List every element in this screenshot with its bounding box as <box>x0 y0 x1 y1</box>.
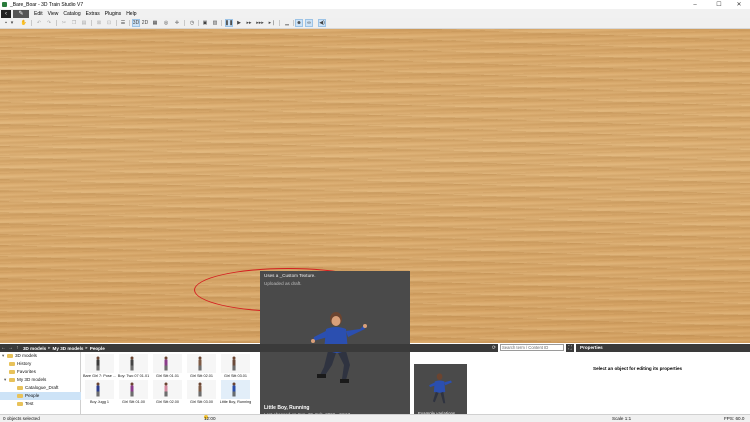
folder-icon <box>9 361 15 366</box>
menu-catalog[interactable]: Catalog <box>63 11 80 17</box>
search-input[interactable]: Search term / Content ID <box>500 344 564 351</box>
tree-item-history[interactable]: History <box>0 360 89 368</box>
faster-forward-icon[interactable]: ▸▸▸ <box>256 19 264 27</box>
thumbnail-item[interactable]: Girl Sitt 01.01 <box>151 354 184 382</box>
properties-header: Properties <box>576 344 750 352</box>
view-3d-button[interactable]: 3D <box>132 19 140 27</box>
folder-icon <box>7 353 13 358</box>
timetable-icon[interactable]: ▣ <box>201 19 209 27</box>
person-figure-icon <box>231 382 237 397</box>
grid-icon[interactable]: ▦ <box>151 19 159 27</box>
cut-icon[interactable]: ✂ <box>60 19 68 27</box>
thumbnail-item[interactable]: Boy Jugg 1 <box>83 380 116 408</box>
minimize-button[interactable]: – <box>684 0 706 9</box>
menu-plugins[interactable]: Plugins <box>105 11 121 17</box>
menu-help[interactable]: Help <box>126 11 136 17</box>
tooltip-draft-note: Uploaded as draft. <box>264 281 302 286</box>
paste-icon[interactable]: ▤ <box>80 19 88 27</box>
thumbnail-item[interactable]: Girl Sitt 02.00 <box>151 380 184 408</box>
app-icon <box>2 2 7 7</box>
model-thumbnail-grid: Bare Girl 7: Pose ... Boy: Two 07 01.01 … <box>81 352 259 414</box>
properties-panel <box>576 352 750 414</box>
tree-item-my-3d-models[interactable]: ▾ My 3D models <box>0 376 84 384</box>
tooltip-texture-note: Uses a _Custom Texture. <box>264 273 316 278</box>
window-title: _Bare_Boar - 3D Train Studio V7 <box>10 1 84 8</box>
example-variation-card[interactable]: Example variations <box>414 364 467 419</box>
thumbnail-item[interactable]: Boy: Two 07 01.01 <box>117 354 150 382</box>
thumbnail-item[interactable]: Girl Sitt 03.01 <box>219 354 252 382</box>
person-figure-icon <box>197 356 203 371</box>
close-button[interactable]: ✕ <box>728 0 750 9</box>
play-icon[interactable]: ▶ <box>235 19 243 27</box>
title-bar: _Bare_Boar - 3D Train Studio V7 – ☐ ✕ <box>0 0 750 9</box>
refresh-icon[interactable]: ⟳ <box>490 344 498 352</box>
glasses-icon[interactable]: ∞ <box>305 19 313 27</box>
edit-mode-icon[interactable]: ✎ <box>13 9 29 18</box>
speaker-icon[interactable]: ◀) <box>318 19 326 27</box>
person-figure-icon <box>129 382 135 397</box>
person-figure-icon <box>95 382 101 397</box>
redo-icon[interactable]: ↷ <box>45 19 53 27</box>
skip-end-icon[interactable]: ▸❘ <box>268 19 276 27</box>
view-2d-button[interactable]: 2D <box>141 19 149 27</box>
save-icon[interactable]: ▪ <box>2 19 10 27</box>
pause-icon[interactable]: ❚❚ <box>225 19 233 27</box>
fast-forward-icon[interactable]: ▸▸ <box>245 19 253 27</box>
thumbnail-item[interactable]: Bare Girl 7: Pose ... <box>83 354 116 382</box>
catalog-navbar: ← → ↑ 3D models ▸ My 3D models ▸ People <box>0 344 498 352</box>
layers-icon[interactable]: ☰ <box>119 19 127 27</box>
back-arrow-icon[interactable]: ‹ <box>1 9 11 18</box>
ungroup-icon[interactable]: ⊡ <box>105 19 113 27</box>
person-figure-icon <box>163 382 169 397</box>
tree-item-3d-models[interactable]: ▾ 3D models <box>0 352 82 360</box>
person-figure-icon <box>129 356 135 371</box>
copy-icon[interactable]: ❐ <box>70 19 78 27</box>
folder-icon <box>9 369 15 374</box>
menu-extras[interactable]: Extras <box>86 11 100 17</box>
folder-icon <box>17 393 23 398</box>
toolbar: ▪ ▾ ✋ ↶ ↷ ✂ ❐ ▤ ⊠ ⊡ ☰ 3D 2D ▦ ◎ ✛ ◷ ▣ ▥ … <box>0 18 750 29</box>
hand-icon[interactable]: ✋ <box>20 19 28 27</box>
person-icon[interactable]: ☻ <box>295 19 303 27</box>
camera-icon[interactable]: ◎ <box>162 19 170 27</box>
person-figure-icon <box>231 356 237 371</box>
menu-view[interactable]: View <box>48 11 59 17</box>
person-figure-icon <box>197 382 203 397</box>
schedule-icon[interactable]: ▥ <box>211 19 219 27</box>
crosshair-icon[interactable]: ✛ <box>173 19 181 27</box>
ground-icon[interactable]: ▁ <box>283 19 291 27</box>
thumbnail-item[interactable]: Girl Sitt 01.00 <box>117 380 150 408</box>
group-icon[interactable]: ⊠ <box>95 19 103 27</box>
menu-bar: ‹ ✎ Edit View Catalog Extras Plugins Hel… <box>0 9 750 18</box>
forward-arrow-icon[interactable]: → <box>7 345 14 351</box>
breadcrumb-my-3d-models[interactable]: My 3D models <box>53 346 84 351</box>
tree-item-favorites[interactable]: Favorites <box>0 368 89 376</box>
person-figure-icon <box>163 356 169 371</box>
properties-empty-message: Select an object for editing its propert… <box>593 366 683 371</box>
folder-icon <box>17 401 23 406</box>
up-arrow-icon[interactable]: ↑ <box>14 345 21 351</box>
thumbnail-item[interactable]: Girl Sitt 03.00 <box>185 380 218 408</box>
thumbnail-item-selected[interactable]: Little Boy, Running <box>219 380 252 408</box>
breadcrumb-3d-models[interactable]: 3D models <box>23 346 46 351</box>
maximize-button[interactable]: ☐ <box>708 0 730 9</box>
folder-icon <box>17 385 23 390</box>
breadcrumb-people[interactable]: People <box>90 346 105 351</box>
clock-icon[interactable]: ◷ <box>188 19 196 27</box>
thumbnail-item[interactable]: Girl Sitt 02.01 <box>185 354 218 382</box>
folder-tree: ▾ 3D models History Favorites ▾ My 3D mode… <box>0 352 97 414</box>
save-dropdown-icon[interactable]: ▾ <box>10 19 14 27</box>
search-options-icon[interactable]: ⛶ <box>566 344 574 352</box>
back-arrow-icon[interactable]: ← <box>0 345 7 351</box>
folder-icon <box>9 377 15 382</box>
running-boy-variation-preview <box>429 373 452 404</box>
tooltip-model-name: Little Boy, Running <box>264 405 310 411</box>
person-figure-icon <box>95 356 101 371</box>
menu-edit[interactable]: Edit <box>34 11 43 17</box>
undo-icon[interactable]: ↶ <box>35 19 43 27</box>
